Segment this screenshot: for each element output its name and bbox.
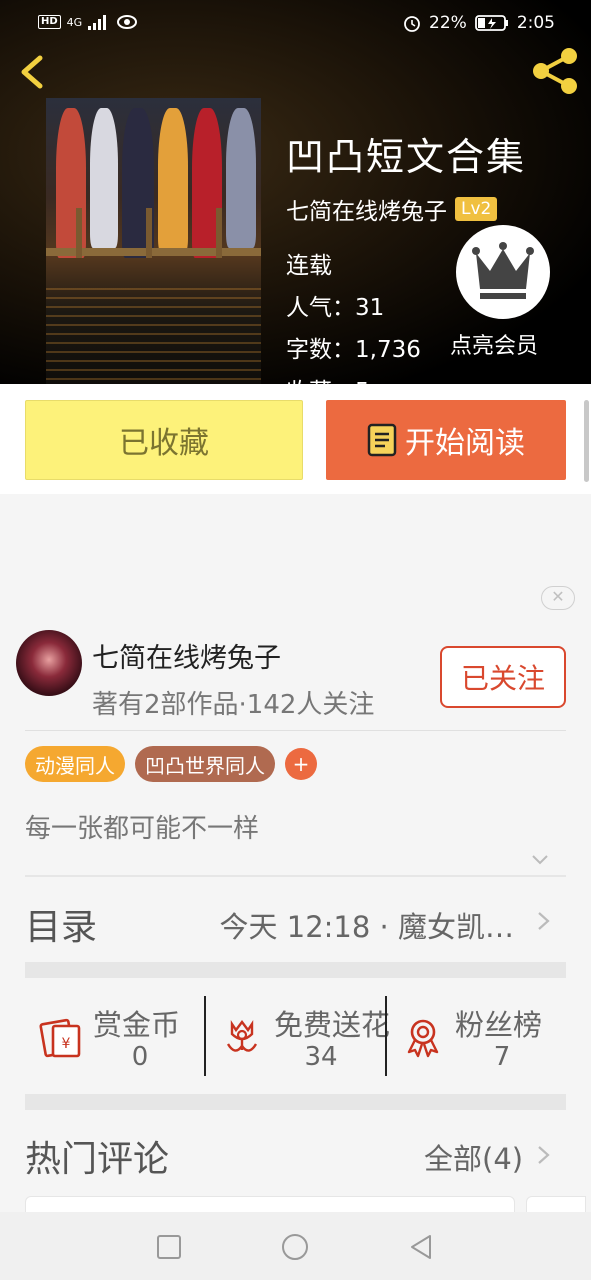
tag-list: 动漫同人 凹凸世界同人 + xyxy=(25,746,317,782)
svg-text:¥: ¥ xyxy=(62,1036,71,1052)
book-favorites: 收藏：5 xyxy=(286,372,370,384)
action-bar: 已收藏 开始阅读 xyxy=(0,384,591,494)
book-description: 每一张都可能不一样 xyxy=(25,814,260,844)
toc-latest-chapter: 今天 12:18 · 魔女凯… xyxy=(219,910,514,944)
book-cover-image[interactable] xyxy=(46,98,261,384)
author-card[interactable]: 七简在线烤兔子 著有2部作品·142人关注 已关注 xyxy=(0,618,591,730)
chevron-left-icon xyxy=(21,55,43,89)
medal-icon xyxy=(407,1019,439,1058)
vip-label[interactable]: 点亮会员 xyxy=(450,328,538,360)
book-icon xyxy=(367,423,397,457)
tag-chip[interactable]: 动漫同人 xyxy=(25,746,125,782)
favorited-button[interactable]: 已收藏 xyxy=(25,400,303,480)
vip-button[interactable] xyxy=(456,225,550,319)
fan-ranking-value: 7 xyxy=(493,1042,511,1072)
reward-coins-stat[interactable]: ¥ 赏金币 0 xyxy=(25,978,205,1094)
free-flowers-value: 34 xyxy=(304,1042,338,1072)
support-stats: ¥ 赏金币 0 免费送花 34 粉丝榜 7 xyxy=(25,978,566,1094)
flower-icon xyxy=(226,1020,258,1052)
book-word-count: 字数：1,736 xyxy=(286,337,421,363)
hd-badge: HD xyxy=(38,15,61,29)
crown-icon xyxy=(472,242,534,299)
chevron-down-icon[interactable] xyxy=(530,850,550,870)
tag-chip[interactable]: 凹凸世界同人 xyxy=(135,746,275,782)
chevron-right-icon xyxy=(538,912,550,930)
recent-apps-icon[interactable] xyxy=(154,1232,184,1262)
divider xyxy=(25,875,566,877)
status-bar: HD 4G 22% 2:05 xyxy=(0,0,591,48)
fan-ranking-label: 粉丝榜 xyxy=(455,1008,543,1042)
clock: 2:05 xyxy=(516,13,555,33)
author-name[interactable]: 七简在线烤兔子 xyxy=(92,636,281,675)
scrollbar-thumb[interactable] xyxy=(584,400,589,482)
cover-railing-post xyxy=(216,208,222,258)
cover-water-reflection xyxy=(46,288,261,384)
section-separator xyxy=(25,962,566,978)
network-type: 4G xyxy=(66,15,83,29)
battery-icon xyxy=(474,15,508,31)
author-avatar[interactable] xyxy=(16,630,82,696)
book-author-line[interactable]: 七简在线烤兔子 Lv2 xyxy=(286,192,498,226)
reward-coins-value: 0 xyxy=(131,1042,149,1072)
author-level-badge: Lv2 xyxy=(455,197,498,221)
back-button[interactable] xyxy=(12,50,52,94)
section-separator xyxy=(25,1094,566,1110)
add-tag-button[interactable]: + xyxy=(285,748,317,780)
table-of-contents-row[interactable]: 目录 今天 12:18 · 魔女凯… xyxy=(25,880,566,962)
divider xyxy=(25,730,566,731)
cover-railing-post xyxy=(146,208,152,258)
book-status: 连载 xyxy=(286,253,332,279)
back-triangle-icon[interactable] xyxy=(406,1232,436,1262)
eye-icon xyxy=(117,15,138,29)
battery-percent: 22% xyxy=(429,13,467,33)
fan-ranking-stat[interactable]: 粉丝榜 7 xyxy=(387,978,566,1094)
author-stats: 著有2部作品·142人关注 xyxy=(92,690,375,720)
system-navigation-bar xyxy=(0,1212,591,1280)
cover-figure xyxy=(90,108,118,248)
hot-comments-title: 热门评论 xyxy=(25,1139,170,1180)
book-popularity: 人气：31 xyxy=(286,295,385,321)
start-reading-button[interactable]: 开始阅读 xyxy=(326,400,566,480)
share-icon xyxy=(533,48,577,94)
free-flowers-label: 免费送花 xyxy=(274,1008,391,1042)
ad-close-button[interactable]: ✕ xyxy=(541,586,575,610)
toc-label: 目录 xyxy=(25,907,98,948)
book-header: HD 4G 22% 2:05 凹凸短文合集 七简在线烤兔子 Lv2 连载 人气：… xyxy=(0,0,591,384)
follow-button[interactable]: 已关注 xyxy=(440,646,566,708)
home-icon[interactable] xyxy=(280,1232,310,1262)
reward-coins-label: 赏金币 xyxy=(93,1008,181,1042)
start-reading-label: 开始阅读 xyxy=(405,426,525,461)
cover-figure xyxy=(158,108,188,253)
share-button[interactable] xyxy=(529,46,583,96)
cover-figure xyxy=(226,108,256,248)
cover-railing-post xyxy=(76,208,82,258)
alarm-icon xyxy=(404,16,420,32)
book-title: 凹凸短文合集 xyxy=(286,135,527,179)
free-flowers-stat[interactable]: 免费送花 34 xyxy=(206,978,390,1094)
signal-icon xyxy=(88,15,107,30)
book-author-name[interactable]: 七简在线烤兔子 xyxy=(286,192,447,226)
red-envelope-icon: ¥ xyxy=(39,1018,81,1058)
all-comments-link[interactable]: 全部(4) xyxy=(424,1136,523,1178)
chevron-right-icon[interactable] xyxy=(536,1144,552,1166)
